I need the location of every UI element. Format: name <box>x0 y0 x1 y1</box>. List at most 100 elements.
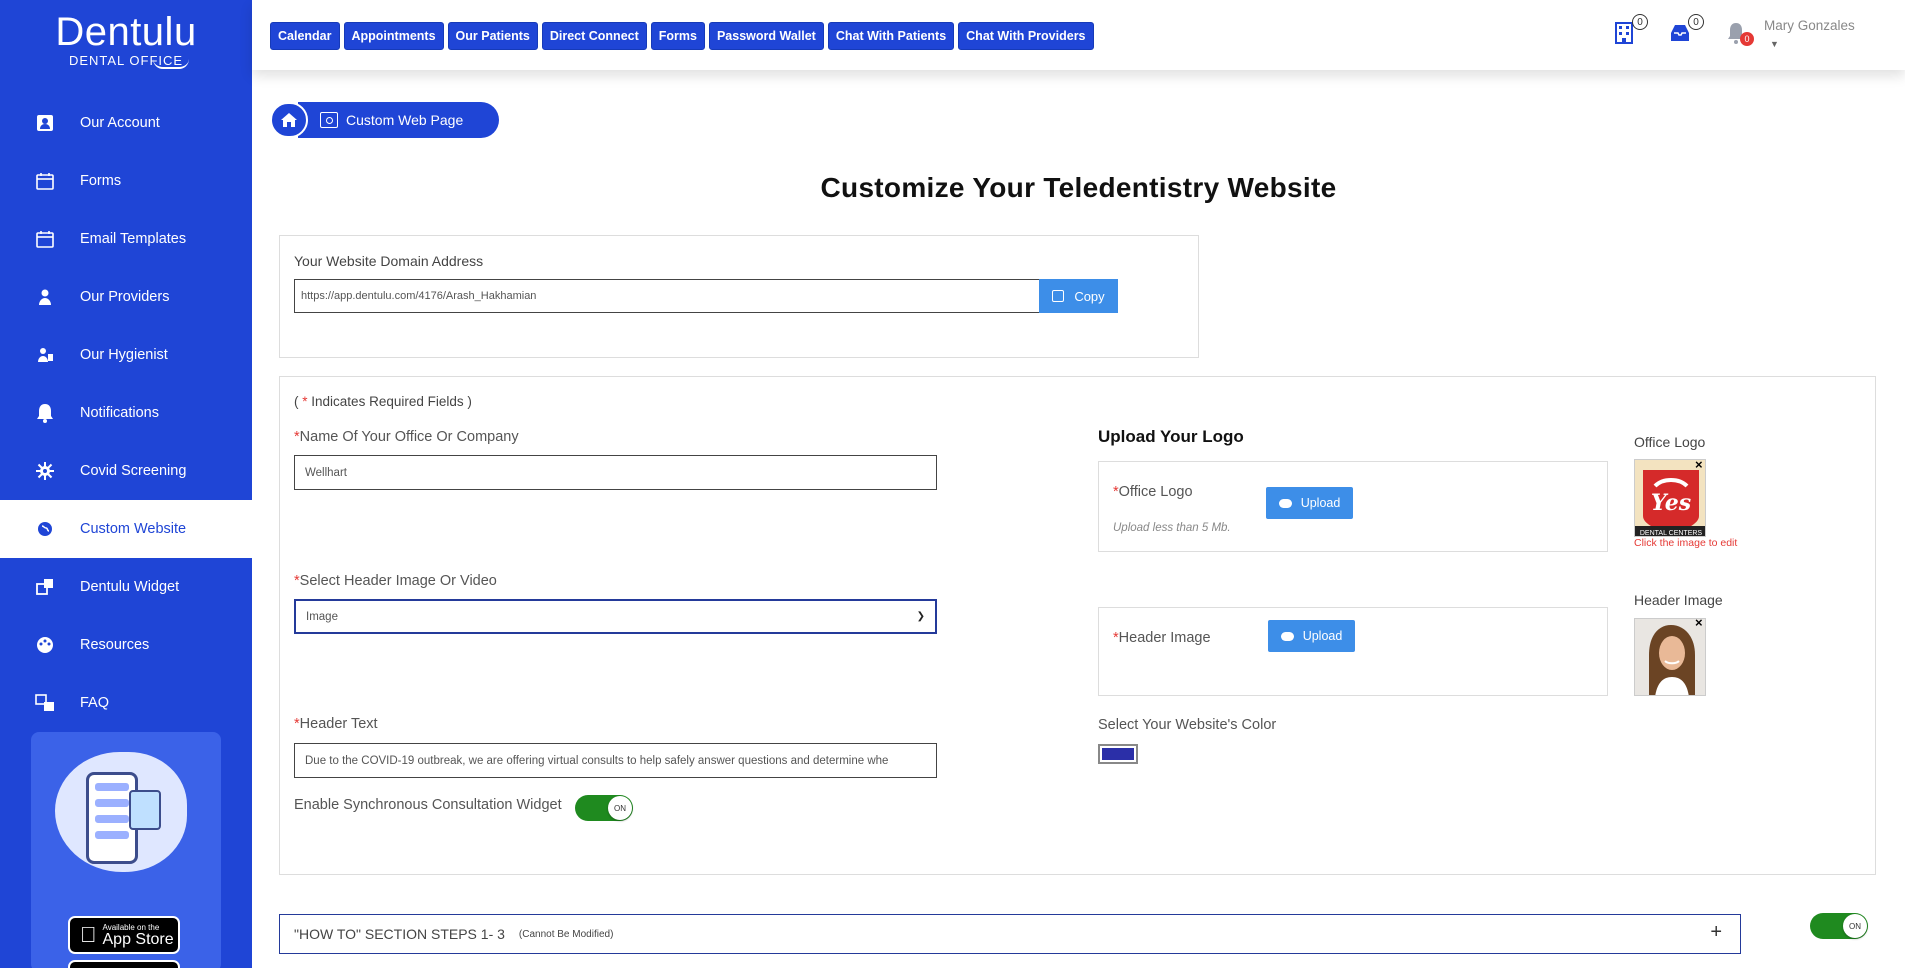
office-logo-upload: *Office Logo Upload Upload less than 5 M… <box>1098 461 1608 552</box>
domain-section: Your Website Domain Address https://app.… <box>279 235 1199 358</box>
hygienist-icon <box>34 344 56 366</box>
sidebar-item-resources[interactable]: Resources <box>0 616 252 674</box>
brand-name: Dentulu <box>55 10 197 54</box>
sidebar-item-forms[interactable]: Forms <box>0 152 252 210</box>
user-menu[interactable]: Mary Gonzales ▼ <box>1764 18 1855 49</box>
sidebar-item-label: Our Providers <box>80 289 170 305</box>
topnav-forms[interactable]: Forms <box>650 22 705 50</box>
howto-note: (Cannot Be Modified) <box>518 928 614 940</box>
domain-input[interactable]: https://app.dentulu.com/4176/Arash_Hakha… <box>294 279 1040 313</box>
palette-icon <box>34 634 56 656</box>
domain-label: Your Website Domain Address <box>294 253 484 269</box>
chevron-down-icon: ▼ <box>1770 39 1779 49</box>
brand-logo[interactable]: Dentulu DENTAL OFFICE <box>0 0 252 80</box>
play-store-button[interactable] <box>68 960 180 968</box>
copy-button[interactable]: Copy <box>1039 279 1118 313</box>
color-swatch <box>1102 748 1134 760</box>
upload-hint: Upload less than 5 Mb. <box>1113 522 1231 534</box>
header-select-label: *Select Header Image Or Video <box>294 573 497 589</box>
globe-icon <box>34 518 56 540</box>
office-name-label: *Name Of Your Office Or Company <box>294 429 519 445</box>
office-logo-preview-label: Office Logo <box>1634 434 1706 450</box>
color-picker[interactable] <box>1098 744 1138 764</box>
office-logo-upload-button[interactable]: Upload <box>1266 487 1353 519</box>
edit-note: Click the image to edit <box>1634 537 1738 549</box>
header-image-label: *Header Image <box>1113 630 1211 646</box>
cloud-upload-icon <box>1280 631 1294 641</box>
top-icons: 0 0 0 <box>1612 14 1780 48</box>
remove-header-image-icon[interactable]: × <box>1695 615 1703 630</box>
howto-toggle[interactable]: ON <box>1810 913 1868 939</box>
notification-bell-icon[interactable]: 0 <box>1724 18 1754 48</box>
sidebar-item-notifications[interactable]: Notifications <box>0 384 252 442</box>
header-image-upload-button[interactable]: Upload <box>1268 620 1355 652</box>
sidebar-item-custom-website[interactable]: Custom Website <box>0 500 252 558</box>
topnav-calendar[interactable]: Calendar <box>270 22 340 50</box>
svg-text:Yes: Yes <box>1651 490 1691 516</box>
sync-widget-toggle[interactable]: ON <box>575 795 633 821</box>
home-icon[interactable] <box>270 102 308 138</box>
sidebar-item-label: Covid Screening <box>80 463 187 479</box>
app-promo:  Available on theApp Store <box>31 732 221 968</box>
sidebar-item-covid-screening[interactable]: Covid Screening <box>0 442 252 500</box>
bell-count: 0 <box>1740 32 1754 46</box>
breadcrumb-current: Custom Web Page <box>298 102 500 138</box>
calendar-icon <box>34 170 56 192</box>
upload-logo-title: Upload Your Logo <box>1098 427 1244 446</box>
sidebar-item-label: Our Account <box>80 115 160 131</box>
sidebar-item-dentulu-widget[interactable]: Dentulu Widget <box>0 558 252 616</box>
sidebar-item-label: Dentulu Widget <box>80 579 180 595</box>
header-text-field[interactable]: Due to the COVID-19 outbreak, we are off… <box>294 743 937 778</box>
account-icon <box>34 112 56 134</box>
svg-text:DENTAL CENTERS: DENTAL CENTERS <box>1640 530 1703 537</box>
topnav-chat-with-providers[interactable]: Chat With Providers <box>958 22 1094 50</box>
cloud-upload-icon <box>1278 498 1292 508</box>
sidebar-item-label: Email Templates <box>80 231 187 247</box>
howto-section-header[interactable]: "HOW TO" SECTION STEPS 1- 3 (Cannot Be M… <box>279 914 1741 954</box>
topnav-appointments[interactable]: Appointments <box>343 22 444 50</box>
sidebar-item-label: FAQ <box>80 695 110 711</box>
brand-subtitle: DENTAL OFFICE <box>69 53 190 69</box>
card-illustration <box>129 790 161 830</box>
inbox-icon[interactable]: 0 <box>1668 14 1704 48</box>
app-store-button[interactable]:  Available on theApp Store <box>68 916 180 954</box>
header-image-preview-label: Header Image <box>1634 592 1723 608</box>
faq-icon <box>34 692 56 714</box>
virus-icon <box>34 460 56 482</box>
office-name-field[interactable]: Wellhart <box>294 455 937 490</box>
user-name: Mary Gonzales <box>1764 18 1855 33</box>
sync-widget-label: Enable Synchronous Consultation Widget <box>294 797 562 813</box>
provider-icon <box>34 286 56 308</box>
website-form: ( * Indicates Required Fields ) *Name Of… <box>279 376 1876 875</box>
apple-icon:  <box>80 922 97 948</box>
remove-logo-icon[interactable]: × <box>1695 457 1703 472</box>
sidebar-item-label: Our Hygienist <box>80 347 168 363</box>
calendar-icon <box>34 228 56 250</box>
building-icon[interactable]: 0 <box>1612 14 1648 48</box>
topnav-direct-connect[interactable]: Direct Connect <box>541 22 647 50</box>
sidebar-item-faq[interactable]: FAQ <box>0 674 252 732</box>
topnav-our-patients[interactable]: Our Patients <box>447 22 538 50</box>
header-type-select[interactable]: Image ❯ <box>294 599 937 634</box>
sidebar-item-our-providers[interactable]: Our Providers <box>0 268 252 326</box>
howto-label: "HOW TO" SECTION STEPS 1- 3 <box>294 926 505 942</box>
webpage-icon <box>320 112 338 128</box>
building-count: 0 <box>1632 14 1648 30</box>
appstore-big: App Store <box>86 930 174 948</box>
sidebar-item-our-hygienist[interactable]: Our Hygienist <box>0 326 252 384</box>
topnav-password-wallet[interactable]: Password Wallet <box>708 22 824 50</box>
topnav-chat-with-patients[interactable]: Chat With Patients <box>827 22 955 50</box>
sidebar-item-label: Forms <box>80 173 122 189</box>
header-image-upload: *Header Image Upload <box>1098 607 1608 696</box>
sidebar-item-our-account[interactable]: Our Account <box>0 94 252 152</box>
breadcrumb: Custom Web Page <box>270 102 500 138</box>
breadcrumb-label: Custom Web Page <box>346 112 464 128</box>
toggle-knob: ON <box>608 796 632 820</box>
sidebar-item-label: Notifications <box>80 405 159 421</box>
sidebar-item-email-templates[interactable]: Email Templates <box>0 210 252 268</box>
sidebar: Dentulu DENTAL OFFICE Our Account Forms … <box>0 0 252 968</box>
copy-label: Copy <box>1074 288 1105 304</box>
page-title: Customize Your Teledentistry Website <box>820 172 1337 203</box>
top-bar: Calendar Appointments Our Patients Direc… <box>252 0 1905 70</box>
expand-plus-icon[interactable]: + <box>1710 921 1722 944</box>
